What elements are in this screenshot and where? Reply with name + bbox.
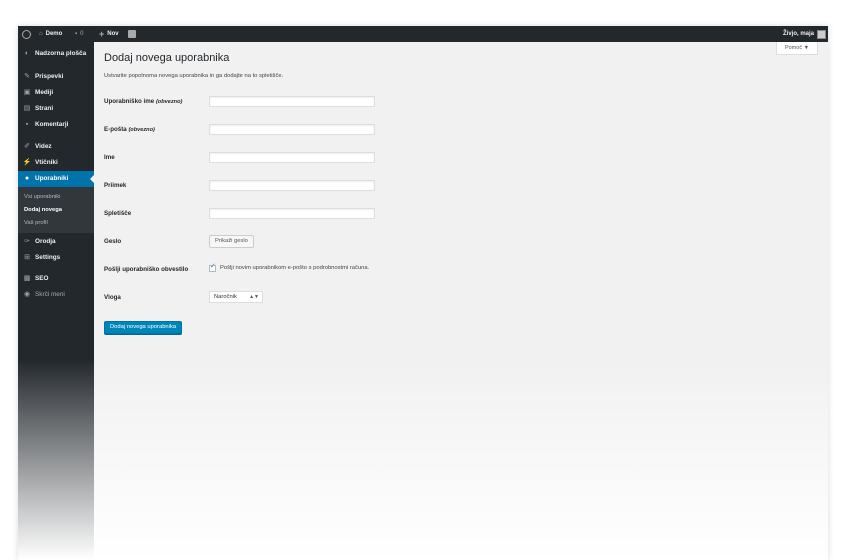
- add-user-button[interactable]: Dodaj novega uporabnika: [104, 321, 183, 334]
- page-description: Ustvarite popolnoma novega uporabnika in…: [104, 73, 284, 79]
- menu-label: Vtičniki: [35, 159, 58, 166]
- active-arrow: [90, 175, 94, 183]
- brush-icon: ✐: [24, 143, 30, 150]
- menu-item-posts[interactable]: ✎ Prispevki: [18, 69, 94, 85]
- select-arrows-icon: ▲▼: [249, 294, 259, 300]
- menu-item-tools[interactable]: ✑ Orodja: [18, 234, 94, 250]
- comments-link[interactable]: ▪ 0: [75, 26, 83, 42]
- notify-checkbox[interactable]: ✓: [209, 263, 216, 272]
- lastname-label: Priimek: [104, 182, 127, 189]
- menu-label: Orodja: [35, 238, 56, 245]
- seo-icon: ▩: [23, 275, 31, 282]
- firstname-input[interactable]: [209, 152, 375, 163]
- media-icon: ▣: [23, 89, 31, 96]
- show-password-button[interactable]: Prikaži geslo: [209, 235, 254, 248]
- site-name: Demo: [45, 31, 63, 37]
- home-icon: ⌂: [39, 31, 43, 37]
- plus-icon: +: [99, 29, 105, 39]
- greeting-text: Živjo, maja: [782, 31, 814, 37]
- page-title: Dodaj novega uporabnika: [104, 52, 230, 64]
- website-label: Spletišče: [104, 210, 132, 217]
- collapse-icon: ◉: [23, 291, 31, 298]
- tools-icon: ✑: [24, 238, 30, 245]
- role-select[interactable]: Naročnik ▲▼: [209, 291, 263, 303]
- menu-item-seo[interactable]: ▩ SEO: [18, 271, 94, 287]
- username-label: Uporabniško ime (obvezno): [104, 98, 182, 105]
- menu-label: Mediji: [35, 89, 54, 96]
- menu-item-comments[interactable]: ▪ Komentarji: [18, 117, 94, 133]
- comment-icon: ▪: [75, 31, 78, 37]
- role-select-value: Naročnik: [214, 294, 237, 300]
- comments-count: 0: [80, 31, 84, 37]
- website-input[interactable]: [209, 208, 375, 219]
- settings-icon: ⊞: [24, 254, 30, 261]
- yoast-menu-button[interactable]: [128, 26, 136, 42]
- menu-label: Videz: [35, 143, 52, 150]
- dashboard-icon: ◐: [24, 50, 30, 57]
- email-label: E-pošta (obvezno): [104, 126, 155, 133]
- menu-label: Komentarji: [35, 121, 69, 128]
- wordpress-logo-button[interactable]: [22, 26, 31, 42]
- new-label: Nov: [107, 31, 119, 37]
- menu-item-settings[interactable]: ⊞ Settings: [18, 250, 94, 266]
- yoast-icon: [128, 30, 136, 38]
- username-input[interactable]: [209, 96, 375, 107]
- site-name-link[interactable]: ⌂ Demo: [39, 26, 62, 42]
- email-label-text: E-pošta: [104, 126, 127, 133]
- menu-item-users[interactable]: ● Uporabniki: [18, 171, 94, 187]
- menu-label: Skrči meni: [35, 291, 65, 298]
- browser-screenshot: ⌂ Demo ▪ 0 + Nov Živjo, maja ◐ Nadzorna …: [18, 26, 828, 560]
- bottom-fade: [18, 360, 828, 560]
- menu-collapse[interactable]: ◉ Skrči meni: [18, 287, 94, 303]
- menu-item-dashboard[interactable]: ◐ Nadzorna plošča: [18, 46, 94, 62]
- account-menu[interactable]: Živjo, maja: [783, 26, 826, 42]
- menu-item-plugins[interactable]: ⚡ Vtičniki: [18, 155, 94, 171]
- password-label: Geslo: [104, 238, 122, 245]
- username-label-text: Uporabniško ime: [104, 98, 155, 105]
- wordpress-logo-icon: [22, 29, 31, 39]
- admin-sidebar: ◐ Nadzorna plošča ✎ Prispevki ▣ Mediji ▤…: [18, 42, 94, 560]
- avatar: [817, 29, 826, 39]
- menu-item-pages[interactable]: ▤ Strani: [18, 101, 94, 117]
- menu-label: Prispevki: [35, 73, 64, 80]
- firstname-label: Ime: [104, 154, 115, 161]
- pin-icon: ✎: [24, 73, 30, 80]
- menu-item-appearance[interactable]: ✐ Videz: [18, 139, 94, 155]
- admin-bar: ⌂ Demo ▪ 0 + Nov Živjo, maja: [18, 26, 828, 42]
- submenu-all-users[interactable]: Vsi uporabniki: [24, 192, 60, 202]
- menu-item-media[interactable]: ▣ Mediji: [18, 85, 94, 101]
- email-input[interactable]: [209, 124, 375, 135]
- submenu-add-new[interactable]: Dodaj novega: [24, 205, 62, 215]
- checkmark-icon: ✓: [210, 263, 216, 270]
- required-note: (obvezno): [128, 127, 155, 133]
- submenu-your-profile[interactable]: Vaš profil: [24, 218, 48, 228]
- menu-label: Strani: [35, 105, 54, 112]
- help-tab-button[interactable]: Pomoč ▼: [776, 42, 818, 55]
- menu-label: Nadzorna plošča: [35, 50, 87, 57]
- menu-label: Settings: [35, 254, 61, 261]
- role-label: Vloga: [104, 294, 121, 301]
- users-icon: ●: [24, 175, 30, 182]
- comments-icon: ▪: [25, 121, 29, 128]
- menu-label: Uporabniki: [35, 175, 69, 182]
- notify-text[interactable]: Pošlji novim uporabnikom e-pošto s podro…: [220, 265, 369, 271]
- new-content-link[interactable]: + Nov: [99, 26, 119, 42]
- menu-label: SEO: [35, 275, 49, 282]
- notify-label: Pošlji uporabniško obvestilo: [104, 266, 189, 273]
- plugin-icon: ⚡: [22, 159, 32, 166]
- required-note: (obvezno): [155, 99, 183, 105]
- pages-icon: ▤: [23, 105, 31, 112]
- lastname-input[interactable]: [209, 180, 375, 191]
